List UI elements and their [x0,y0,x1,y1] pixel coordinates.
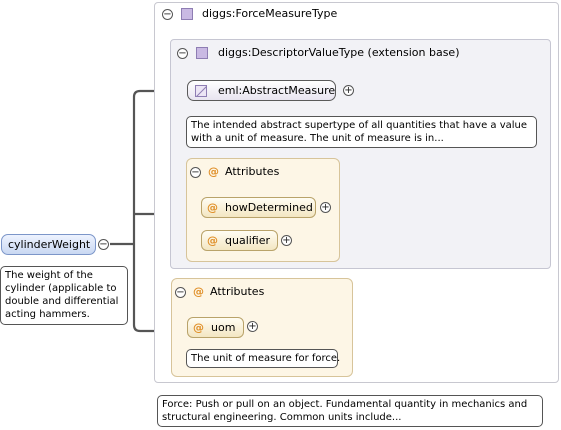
complex-type-icon [196,47,208,59]
collapse-cylinder-weight-icon[interactable]: − [98,239,109,250]
expand-how-determined-icon[interactable]: + [320,202,331,213]
abstract-measure-element[interactable]: eml:AbstractMeasure [187,80,336,101]
descriptor-type-name: diggs:DescriptorValueType (extension bas… [218,46,460,59]
attribute-how-determined[interactable]: @ howDetermined [201,197,316,218]
force-type-name: diggs:ForceMeasureType [202,7,338,20]
attribute-at-icon: @ [193,285,204,298]
collapse-force-type-icon[interactable]: − [162,9,173,20]
expand-uom-icon[interactable]: + [247,321,258,332]
collapse-force-attributes-icon[interactable]: − [175,287,186,298]
attribute-qualifier[interactable]: @ qualifier [201,230,278,251]
attribute-uom[interactable]: @ uom [187,317,244,338]
base-attributes-title: Attributes [225,165,280,178]
attribute-at-icon: @ [207,234,218,247]
abstract-type-icon [195,85,207,97]
attribute-at-icon: @ [207,201,218,214]
cylinder-weight-element[interactable]: cylinderWeight [1,234,96,255]
force-type-documentation: Force: Push or pull on an object. Fundam… [157,395,543,427]
expand-qualifier-icon[interactable]: + [281,235,292,246]
cylinder-weight-label: cylinderWeight [8,238,91,251]
attribute-at-icon: @ [193,321,204,334]
attribute-label: howDetermined [225,201,313,214]
uom-documentation: The unit of measure for force. [186,349,340,368]
expand-abstract-measure-icon[interactable]: + [343,85,354,96]
collapse-base-attributes-icon[interactable]: − [190,167,201,178]
abstract-measure-documentation: The intended abstract supertype of all q… [186,116,537,148]
attribute-at-icon: @ [208,165,219,178]
abstract-measure-label: eml:AbstractMeasure [218,84,336,97]
attribute-label: uom [211,321,236,334]
collapse-descriptor-type-icon[interactable]: − [177,48,188,59]
cylinder-weight-documentation: The weight of the cylinder (applicable t… [0,266,128,325]
complex-type-icon [181,8,193,20]
force-attributes-title: Attributes [210,285,265,298]
attribute-label: qualifier [225,234,271,247]
